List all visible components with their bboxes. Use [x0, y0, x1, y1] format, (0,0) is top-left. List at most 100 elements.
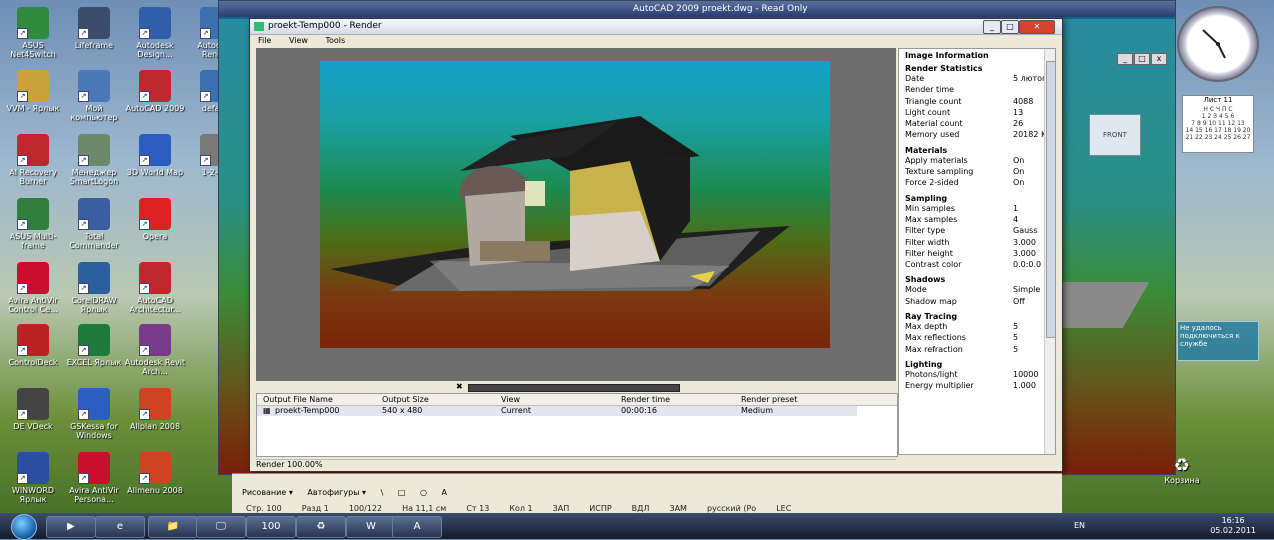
- desktop-icon[interactable]: ↗ AutoCAD 2009: [124, 68, 186, 128]
- tb-text-icon[interactable]: A: [436, 488, 453, 497]
- close-button[interactable]: ✕: [1019, 20, 1055, 34]
- desktop-icon-label: Avira AntiVir Control Ce...: [8, 296, 58, 314]
- info-row: Max reflections 5: [899, 333, 1055, 344]
- desktop-icon[interactable]: ↗ AI Recovery Burner: [2, 132, 64, 192]
- desktop-icon[interactable]: ↗ WINWORD Ярлык: [2, 450, 64, 510]
- desktop-icon-label: DE VDeck: [13, 422, 53, 431]
- render-window[interactable]: proekt-Temp000 - Render _ □ ✕ File View …: [249, 18, 1063, 472]
- table-row[interactable]: ▦ proekt-Temp000 540 x 480 Current 00:00…: [257, 406, 857, 416]
- desktop-icon[interactable]: ↗ Менеджер SmartLogon: [63, 132, 125, 192]
- start-button[interactable]: [2, 513, 46, 540]
- row-preset: Medium: [741, 406, 773, 415]
- desktop-icon[interactable]: ↗ Lifeframe: [63, 5, 125, 65]
- tb-rect-icon[interactable]: □: [392, 488, 412, 497]
- taskbar-button[interactable]: ▶: [46, 516, 96, 538]
- render-history-table[interactable]: Output File Name Output Size View Render…: [256, 393, 898, 457]
- desktop-icon[interactable]: ↗ 3D World Map: [124, 132, 186, 192]
- autocad-title-bar[interactable]: AutoCAD 2009 proekt.dwg - Read Only: [219, 1, 1175, 17]
- desktop-icon[interactable]: ↗ ControlDeck: [2, 322, 64, 382]
- clock-readout[interactable]: 16:16 05.02.2011: [1210, 516, 1256, 536]
- col-output-size[interactable]: Output Size: [382, 395, 429, 404]
- taskbar-button[interactable]: 📁: [148, 516, 198, 538]
- taskbar-button[interactable]: A: [392, 516, 442, 538]
- info-scrollbar[interactable]: [1044, 49, 1055, 454]
- maximize-button[interactable]: □: [1001, 20, 1019, 34]
- desktop-icon-label: Avira AntiVir Persona...: [69, 486, 119, 504]
- recycle-bin[interactable]: ♻ Корзина: [1162, 455, 1202, 485]
- desktop-icon[interactable]: ↗ EXCEL Ярлык: [63, 322, 125, 382]
- desktop-icon[interactable]: ↗ Avira AntiVir Control Ce...: [2, 260, 64, 320]
- menu-view[interactable]: View: [281, 35, 315, 45]
- info-value: 0.0:0.0: [1013, 260, 1042, 270]
- desktop-icon[interactable]: ↗ Allplan 2008: [124, 386, 186, 446]
- info-value: Off: [1013, 296, 1025, 306]
- viewcube[interactable]: FRONT: [1089, 114, 1141, 156]
- row-size: 540 x 480: [382, 406, 423, 415]
- info-row: Render time: [899, 85, 1055, 96]
- info-section-title: Ray Tracing: [905, 312, 958, 322]
- shortcut-arrow-icon: ↗: [139, 345, 150, 356]
- info-row: Filter height 3.000: [899, 249, 1055, 260]
- shortcut-arrow-icon: ↗: [139, 91, 150, 102]
- desktop-icon[interactable]: ↗ Autodesk Revit Arch...: [124, 322, 186, 382]
- tb-oval-icon[interactable]: ○: [414, 488, 433, 497]
- menu-tools[interactable]: Tools: [317, 35, 352, 45]
- info-value: 5: [1013, 344, 1019, 354]
- shortcut-arrow-icon: ↗: [139, 219, 150, 230]
- taskbar-button[interactable]: e: [95, 516, 145, 538]
- tb-autoshapes[interactable]: Автофигуры ▾: [301, 488, 372, 497]
- tray-date: 05.02.2011: [1210, 526, 1256, 535]
- progress-cancel-icon[interactable]: ✖: [456, 383, 464, 391]
- desktop-icon[interactable]: ↗ Autodesk Design...: [124, 5, 186, 65]
- render-title-bar[interactable]: proekt-Temp000 - Render _ □ ✕: [250, 19, 1062, 35]
- info-key: Filter width: [905, 237, 950, 247]
- desktop-icon[interactable]: ↗ Opera: [124, 196, 186, 256]
- info-key: Memory used: [905, 130, 960, 140]
- desktop-icon[interactable]: ↗ ASUS Multi-frame: [2, 196, 64, 256]
- desktop-icon[interactable]: ↗ Allmenu 2008: [124, 450, 186, 510]
- language-indicator[interactable]: EN: [1074, 521, 1085, 530]
- desktop-icon-label: Autodesk Revit Arch...: [124, 358, 186, 376]
- minimize-button[interactable]: _: [983, 20, 1001, 34]
- info-row: Date 5 лютого: [899, 74, 1055, 85]
- info-section-title: Render Statistics: [905, 64, 983, 73]
- col-render-preset[interactable]: Render preset: [741, 395, 797, 404]
- col-output-file-name[interactable]: Output File Name: [263, 395, 333, 404]
- taskbar: ▶ e 📁 🖵 100 ♻ W A EN 16:16 05.02.2011: [0, 513, 1274, 540]
- info-key: Filter type: [905, 226, 946, 236]
- desktop-icon[interactable]: ↗ Total Commander: [63, 196, 125, 256]
- info-row: Memory used 20182 K: [899, 130, 1055, 141]
- shortcut-arrow-icon: ↗: [17, 219, 28, 230]
- render-viewport[interactable]: [256, 48, 896, 381]
- calendar-gadget[interactable]: Лист 11 Н С Ч П С1 2 3 4 5 67 8 9 10 11 …: [1182, 95, 1254, 153]
- desktop-icon[interactable]: ↗ ASUS Net4Switch: [2, 5, 64, 65]
- tb-line-icon[interactable]: \: [375, 488, 390, 497]
- clock-gadget[interactable]: [1177, 6, 1259, 82]
- menu-file[interactable]: File: [250, 35, 278, 45]
- app-icon: ↗: [78, 7, 110, 39]
- desktop-icon[interactable]: ↗ DE VDeck: [2, 386, 64, 446]
- col-view[interactable]: View: [501, 395, 520, 404]
- viewport-close-icon[interactable]: x: [1151, 53, 1167, 65]
- scroll-thumb[interactable]: [1046, 61, 1055, 338]
- shortcut-arrow-icon: ↗: [78, 283, 89, 294]
- viewport-minimize-icon[interactable]: _: [1117, 53, 1133, 65]
- shortcut-arrow-icon: ↗: [139, 409, 150, 420]
- col-render-time[interactable]: Render time: [621, 395, 670, 404]
- tb-drawing[interactable]: Рисование ▾: [236, 488, 299, 497]
- desktop-icon[interactable]: ↗ CorelDRAW Ярлык: [63, 260, 125, 320]
- service-popup[interactable]: Не удалось подключиться к службе: [1177, 321, 1259, 361]
- desktop-icon[interactable]: ↗ GSKessa for Windows: [63, 386, 125, 446]
- taskbar-button[interactable]: 100: [246, 516, 296, 538]
- taskbar-button[interactable]: W: [346, 516, 396, 538]
- image-information-panel[interactable]: Image Information Render Statistics Date 5…: [898, 48, 1056, 455]
- viewport-maximize-icon[interactable]: □: [1134, 53, 1150, 65]
- taskbar-button[interactable]: ♻: [296, 516, 346, 538]
- desktop-icon[interactable]: ↗ AutoCAD Architectur...: [124, 260, 186, 320]
- desktop-icon[interactable]: ↗ VVM - Ярлык: [2, 68, 64, 128]
- taskbar-button[interactable]: 🖵: [196, 516, 246, 538]
- office-toolbar-area: Рисование ▾ Автофигуры ▾ \ □ ○ A Стр. 10…: [232, 473, 1062, 514]
- desktop-icon[interactable]: ↗ Мой компьютер: [63, 68, 125, 128]
- app-icon: ↗: [139, 452, 171, 484]
- desktop-icon[interactable]: ↗ Avira AntiVir Persona...: [63, 450, 125, 510]
